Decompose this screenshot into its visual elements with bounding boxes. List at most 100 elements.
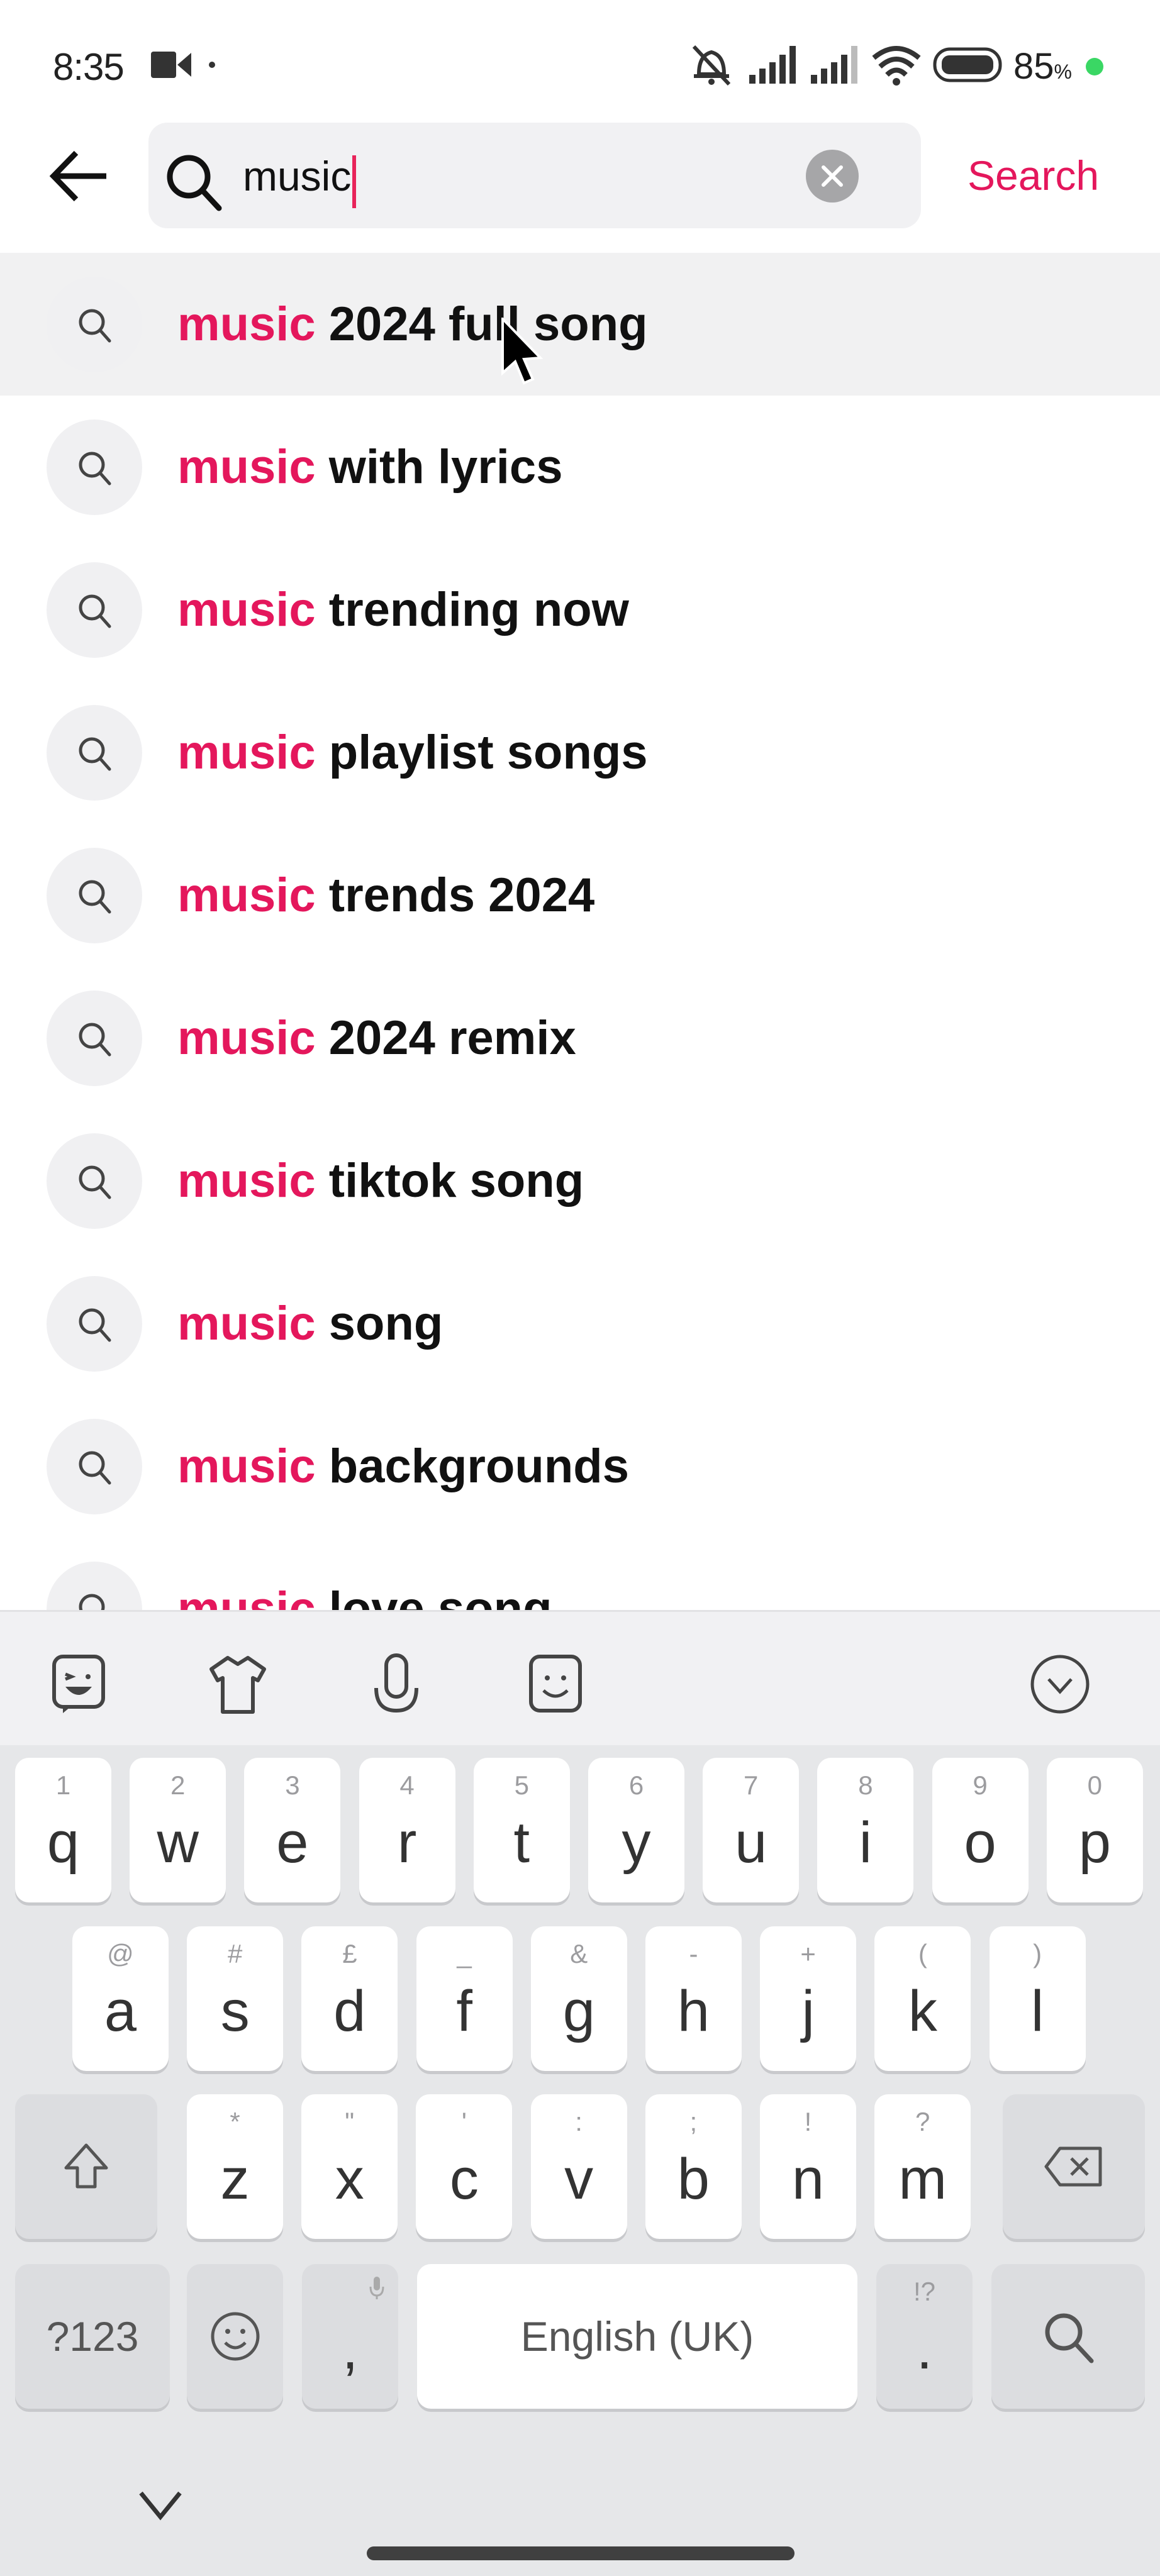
suggestion-item[interactable]: music tiktok song bbox=[0, 1109, 1160, 1252]
suggestion-item[interactable]: music 2024 full song bbox=[0, 253, 1160, 396]
key-d[interactable]: £ d bbox=[301, 1926, 398, 2071]
suggestion-item[interactable]: music playlist songs bbox=[0, 681, 1160, 824]
emoji-key[interactable] bbox=[187, 2264, 283, 2409]
suggestion-item[interactable]: music 2024 remix bbox=[0, 967, 1160, 1109]
suggestion-text: music love song bbox=[177, 1582, 552, 1610]
key-g[interactable]: & g bbox=[530, 1926, 627, 2071]
key-x[interactable]: " x bbox=[301, 2094, 398, 2239]
key-m[interactable]: ? m bbox=[874, 2094, 971, 2239]
key-e[interactable]: 3e bbox=[244, 1758, 341, 1902]
key-q[interactable]: 1q bbox=[15, 1758, 111, 1902]
key-o[interactable]: 9o bbox=[932, 1758, 1029, 1902]
sticker-icon[interactable] bbox=[47, 1650, 110, 1719]
key-z[interactable]: * z bbox=[187, 2094, 283, 2239]
key-label: d bbox=[333, 1979, 366, 2043]
key-r[interactable]: 4r bbox=[359, 1758, 455, 1902]
suggestion-rest: love song bbox=[315, 1582, 552, 1610]
key-hint: 5 bbox=[514, 1770, 529, 1800]
battery-percent: 85% bbox=[1013, 46, 1072, 87]
period-key[interactable]: !?. bbox=[876, 2264, 973, 2409]
emoji-pad-icon[interactable] bbox=[524, 1650, 587, 1719]
key-hint: & bbox=[570, 1939, 588, 1968]
key-label: t bbox=[513, 1811, 530, 1875]
suggestion-text: music trending now bbox=[177, 582, 629, 637]
suggestion-text: music tiktok song bbox=[177, 1153, 584, 1208]
key-label: s bbox=[220, 1979, 250, 2043]
key-hint: : bbox=[575, 2107, 583, 2136]
key-u[interactable]: 7u bbox=[703, 1758, 800, 1902]
key-n[interactable]: ! n bbox=[760, 2094, 856, 2239]
key-b[interactable]: ; b bbox=[645, 2094, 742, 2239]
suggestion-text: music playlist songs bbox=[177, 725, 648, 780]
key-y[interactable]: 6y bbox=[588, 1758, 684, 1902]
emoji-icon bbox=[211, 2312, 259, 2361]
key-hint: 1 bbox=[55, 1770, 71, 1800]
key-label: x bbox=[335, 2147, 364, 2211]
key-label: r bbox=[397, 1811, 417, 1875]
search-icon bbox=[47, 1275, 142, 1372]
key-t[interactable]: 5t bbox=[473, 1758, 570, 1902]
suggestion-text: music backgrounds bbox=[177, 1439, 629, 1494]
key-label: ?123 bbox=[46, 2313, 139, 2360]
search-header: Search bbox=[0, 123, 1160, 230]
key-hint: ) bbox=[1033, 1939, 1042, 1968]
video-record-icon bbox=[150, 49, 194, 84]
key-hint: # bbox=[228, 1939, 243, 1968]
key-label: b bbox=[677, 2147, 710, 2211]
microphone-icon[interactable] bbox=[365, 1650, 428, 1719]
suggestion-item[interactable]: music love song bbox=[0, 1538, 1160, 1610]
key-hint: 8 bbox=[858, 1770, 873, 1800]
key-label: . bbox=[916, 2317, 933, 2381]
chevron-down-icon[interactable] bbox=[132, 2484, 189, 2528]
arrow-left-icon bbox=[49, 150, 106, 202]
suggestion-text: music with lyrics bbox=[177, 440, 562, 494]
key-j[interactable]: + j bbox=[760, 1926, 857, 2071]
text-caret bbox=[352, 155, 357, 208]
search-button[interactable]: Search bbox=[968, 150, 1099, 201]
suggestion-text: music trends 2024 bbox=[177, 868, 594, 923]
suggestion-item[interactable]: music trending now bbox=[0, 538, 1160, 681]
search-field[interactable] bbox=[148, 123, 921, 228]
key-label: w bbox=[157, 1811, 199, 1875]
search-icon bbox=[47, 276, 142, 372]
search-icon bbox=[47, 847, 142, 943]
search-enter-key[interactable] bbox=[991, 2264, 1145, 2409]
suggestion-highlight: music bbox=[177, 1440, 316, 1493]
key-i[interactable]: 8i bbox=[817, 1758, 914, 1902]
key-label: n bbox=[791, 2147, 825, 2211]
shift-key[interactable] bbox=[15, 2094, 157, 2239]
suggestion-item[interactable]: music backgrounds bbox=[0, 1395, 1160, 1538]
key-label: q bbox=[47, 1811, 80, 1875]
suggestion-item[interactable]: music song bbox=[0, 1252, 1160, 1395]
home-indicator[interactable] bbox=[367, 2546, 795, 2560]
key-k[interactable]: (k bbox=[874, 1926, 971, 2071]
key-l[interactable]: ) l bbox=[989, 1926, 1086, 2071]
comma-key[interactable]: , bbox=[302, 2264, 398, 2409]
key-p[interactable]: 0p bbox=[1046, 1758, 1143, 1902]
key-label: o bbox=[964, 1811, 996, 1875]
key-label: a bbox=[104, 1979, 137, 2043]
suggestion-highlight: music bbox=[177, 1011, 316, 1065]
suggestion-rest: with lyrics bbox=[315, 440, 563, 494]
key-a[interactable]: @ a bbox=[72, 1926, 169, 2071]
key-f[interactable]: _ f bbox=[416, 1926, 513, 2071]
search-icon bbox=[47, 1418, 142, 1514]
key-label: f bbox=[456, 1979, 472, 2043]
clear-button[interactable] bbox=[806, 150, 859, 203]
key-v[interactable]: :v bbox=[530, 2094, 627, 2239]
search-input[interactable] bbox=[243, 148, 872, 204]
backspace-key[interactable] bbox=[1003, 2094, 1145, 2239]
key-s[interactable]: # s bbox=[187, 1926, 284, 2071]
suggestion-item[interactable]: music with lyrics bbox=[0, 396, 1160, 538]
collapse-keyboard-icon[interactable] bbox=[1029, 1650, 1091, 1719]
key-c[interactable]: ' c bbox=[416, 2094, 513, 2239]
key-label: k bbox=[908, 1979, 937, 2043]
space-key[interactable]: English (UK) bbox=[417, 2264, 857, 2409]
key-w[interactable]: 2w bbox=[130, 1758, 226, 1902]
key-h[interactable]: -h bbox=[645, 1926, 742, 2071]
suggestion-item[interactable]: music trends 2024 bbox=[0, 824, 1160, 967]
theme-shirt-icon[interactable] bbox=[206, 1650, 269, 1719]
symbols-key[interactable]: ?123 bbox=[15, 2264, 170, 2409]
key-hint: _ bbox=[457, 1939, 472, 1968]
back-button[interactable] bbox=[44, 148, 113, 204]
